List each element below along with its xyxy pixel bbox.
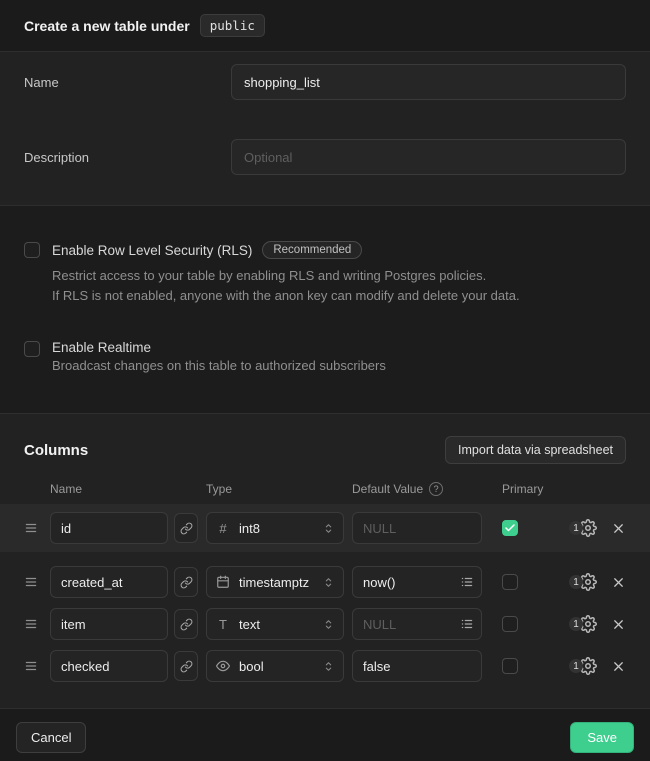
drag-handle-icon[interactable]: [24, 659, 40, 673]
column-row: timestamptz 1: [24, 566, 626, 598]
name-label: Name: [24, 75, 231, 90]
recommended-badge: Recommended: [262, 241, 362, 259]
column-row: # int8 1: [0, 504, 650, 552]
columns-section: Columns Import data via spreadsheet Name…: [0, 414, 650, 709]
column-header-name: Name: [50, 482, 206, 496]
column-header-default-value: Default Value: [352, 482, 423, 496]
realtime-option: Enable Realtime Broadcast changes on thi…: [24, 341, 626, 375]
remove-column-icon[interactable]: [611, 575, 626, 590]
column-settings-button[interactable]: 1: [569, 519, 597, 537]
realtime-label: Enable Realtime: [52, 340, 151, 355]
calendar-icon: [215, 575, 231, 589]
settings-count-badge: 1: [569, 659, 583, 673]
dialog-title: Create a new table under: [24, 18, 190, 34]
cancel-button[interactable]: Cancel: [16, 722, 86, 753]
drag-handle-icon[interactable]: [24, 521, 40, 535]
import-spreadsheet-button[interactable]: Import data via spreadsheet: [445, 436, 626, 464]
description-field-row: Description: [24, 139, 626, 175]
column-type-label: timestamptz: [239, 575, 322, 590]
settings-count-badge: 1: [569, 575, 583, 589]
foreign-key-link-icon[interactable]: [174, 651, 198, 681]
default-value-menu-icon[interactable]: [456, 612, 478, 636]
description-label: Description: [24, 150, 231, 165]
chevrons-icon: [322, 522, 335, 535]
columns-table-header: Name Type Default Value Primary: [24, 482, 626, 496]
table-options-section: Enable Row Level Security (RLS) Recommen…: [0, 206, 650, 414]
columns-rows: # int8 1 timestamptz 1 Ttext 1 bool 1: [24, 504, 626, 682]
save-button[interactable]: Save: [570, 722, 634, 753]
table-description-input[interactable]: [231, 139, 626, 175]
name-field-row: Name: [24, 64, 626, 100]
chevrons-icon: [322, 660, 335, 673]
foreign-key-link-icon[interactable]: [174, 567, 198, 597]
rls-description-line1: Restrict access to your table by enablin…: [52, 266, 520, 285]
remove-column-icon[interactable]: [611, 521, 626, 536]
primary-checkbox[interactable]: [502, 616, 518, 632]
chevrons-icon: [322, 618, 335, 631]
drag-handle-icon[interactable]: [24, 575, 40, 589]
eye-icon: [215, 659, 231, 673]
default-value-input[interactable]: [352, 650, 482, 682]
column-type-label: bool: [239, 659, 322, 674]
column-type-label: text: [239, 617, 322, 632]
primary-checkbox[interactable]: [502, 520, 518, 536]
table-name-input[interactable]: [231, 64, 626, 100]
column-type-select[interactable]: timestamptz: [206, 566, 344, 598]
column-header-type: Type: [206, 482, 352, 496]
rls-checkbox[interactable]: [24, 242, 40, 258]
primary-checkbox[interactable]: [502, 574, 518, 590]
drag-handle-icon[interactable]: [24, 617, 40, 631]
rls-label: Enable Row Level Security (RLS): [52, 243, 252, 258]
column-settings-button[interactable]: 1: [569, 615, 597, 633]
columns-heading: Columns: [24, 442, 88, 459]
remove-column-icon[interactable]: [611, 617, 626, 632]
help-icon[interactable]: [429, 482, 443, 496]
rls-description-line2: If RLS is not enabled, anyone with the a…: [52, 286, 520, 305]
foreign-key-link-icon[interactable]: [174, 513, 198, 543]
column-row: bool 1: [24, 650, 626, 682]
text-icon: T: [215, 617, 231, 632]
primary-checkbox[interactable]: [502, 658, 518, 674]
column-name-input[interactable]: [50, 608, 168, 640]
dialog-header: Create a new table under public: [0, 0, 650, 52]
column-type-select[interactable]: # int8: [206, 512, 344, 544]
column-name-input[interactable]: [50, 566, 168, 598]
realtime-checkbox[interactable]: [24, 341, 40, 357]
schema-badge: public: [200, 14, 265, 37]
table-details-section: Name Description: [0, 52, 650, 206]
remove-column-icon[interactable]: [611, 659, 626, 674]
column-type-select[interactable]: Ttext: [206, 608, 344, 640]
create-table-dialog: Create a new table under public Name Des…: [0, 0, 650, 761]
default-value-input[interactable]: [352, 512, 482, 544]
column-settings-button[interactable]: 1: [569, 657, 597, 675]
settings-count-badge: 1: [569, 617, 583, 631]
default-value-menu-icon[interactable]: [456, 570, 478, 594]
dialog-footer: Cancel Save: [0, 709, 650, 761]
chevrons-icon: [322, 576, 335, 589]
column-header-primary: Primary: [502, 482, 626, 496]
settings-count-badge: 1: [569, 521, 583, 535]
rls-option: Enable Row Level Security (RLS) Recommen…: [24, 242, 626, 305]
realtime-description: Broadcast changes on this table to autho…: [52, 356, 386, 375]
column-settings-button[interactable]: 1: [569, 573, 597, 591]
column-type-select[interactable]: bool: [206, 650, 344, 682]
column-row: Ttext 1: [24, 608, 626, 640]
column-type-label: int8: [239, 521, 322, 536]
foreign-key-link-icon[interactable]: [174, 609, 198, 639]
column-name-input[interactable]: [50, 512, 168, 544]
column-name-input[interactable]: [50, 650, 168, 682]
hash-icon: #: [215, 521, 231, 536]
